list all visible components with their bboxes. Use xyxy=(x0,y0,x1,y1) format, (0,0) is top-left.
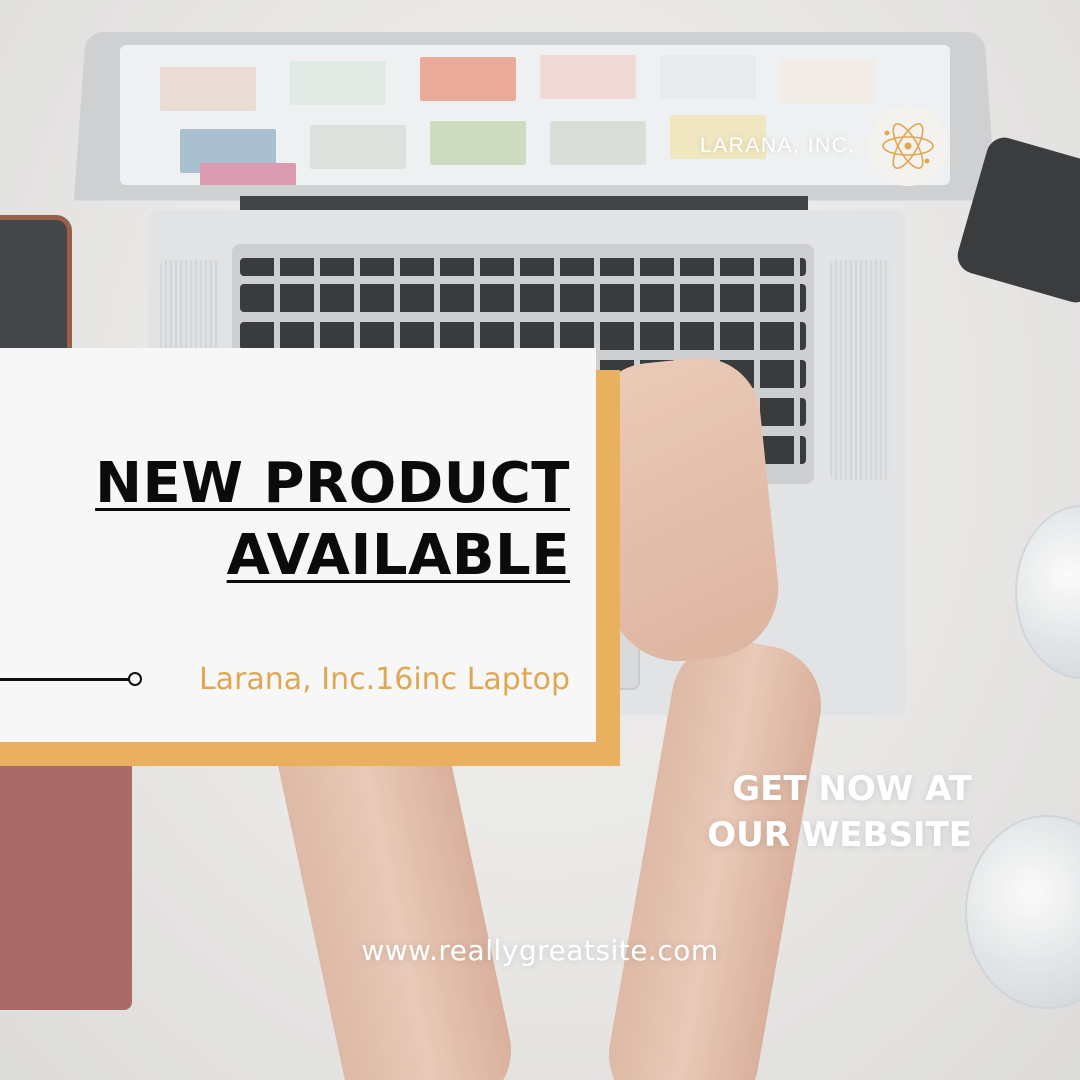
product-subtitle-row: Larana, Inc.16inc Laptop xyxy=(0,662,596,698)
atom-icon xyxy=(867,106,948,186)
product-subtitle: Larana, Inc.16inc Laptop xyxy=(198,662,570,697)
poster-canvas: LARANA, INC. NEW PRODUCT AVAILABLE Laran… xyxy=(0,0,1080,1080)
cta-text: GET NOW AT OUR WEBSITE xyxy=(707,766,972,858)
connector-dot xyxy=(128,672,142,686)
connector-line xyxy=(0,678,130,681)
headline: NEW PRODUCT AVAILABLE xyxy=(95,448,570,592)
headline-line-1: NEW PRODUCT xyxy=(95,451,570,516)
brand-name: LARANA, INC. xyxy=(700,134,856,157)
cta-line-2: OUR WEBSITE xyxy=(707,815,972,855)
website-url[interactable]: www.reallygreatsite.com xyxy=(0,934,1080,967)
product-card: NEW PRODUCT AVAILABLE Larana, Inc.16inc … xyxy=(0,348,596,742)
headline-line-2: AVAILABLE xyxy=(226,523,570,588)
cta-line-1: GET NOW AT xyxy=(732,769,972,809)
brand-logo-group: LARANA, INC. xyxy=(700,106,948,186)
